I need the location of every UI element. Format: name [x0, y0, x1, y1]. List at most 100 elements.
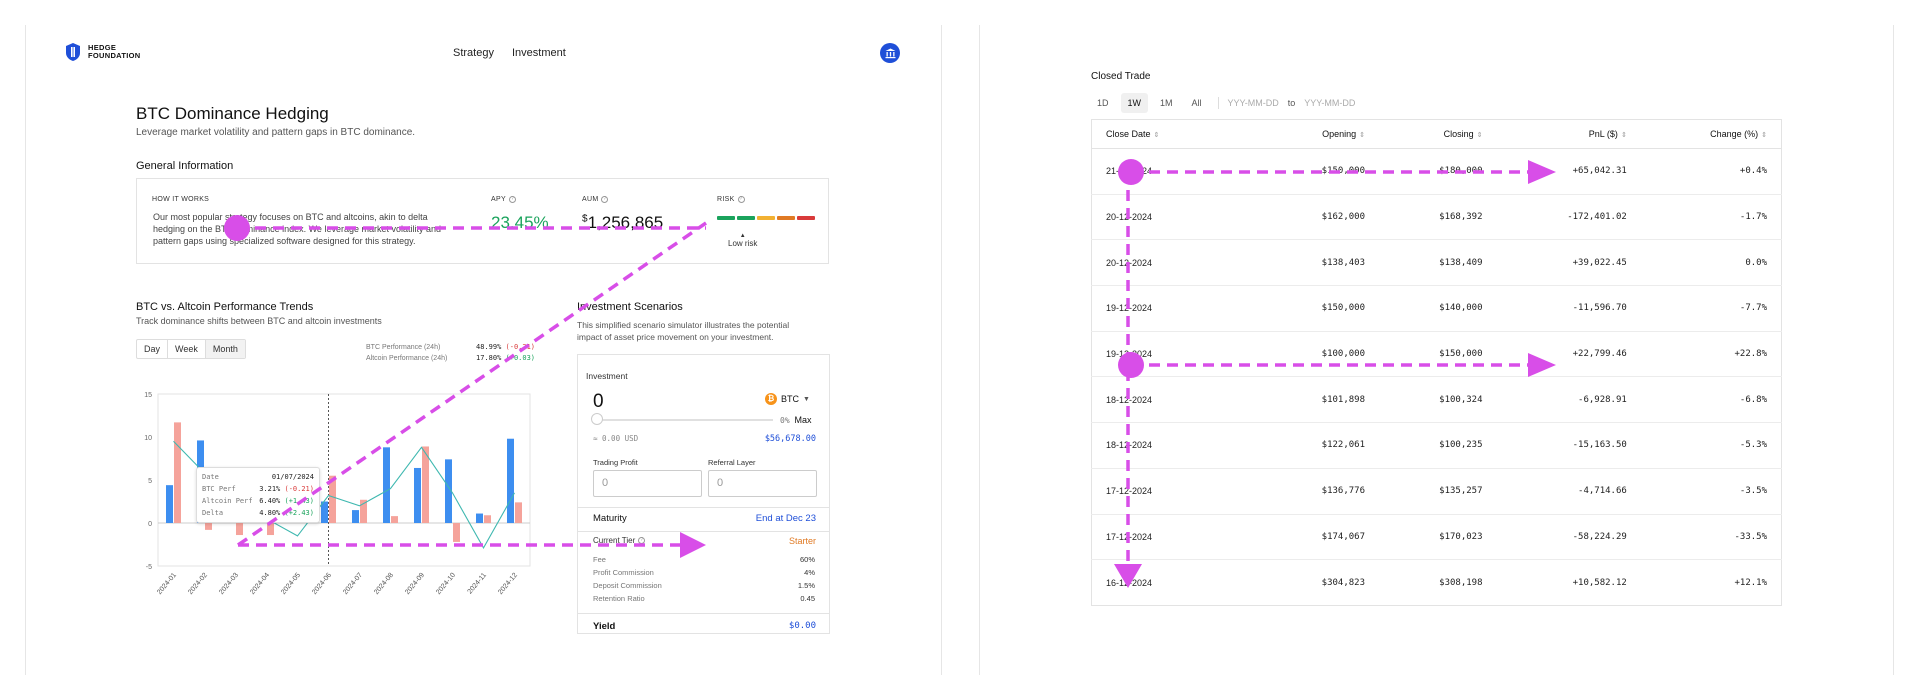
- cell-pnl: +10,582.12: [1572, 577, 1627, 588]
- aum-label: AUM?: [582, 196, 609, 203]
- column-closing[interactable]: Closing ⇕: [1379, 119, 1497, 149]
- cell-close-date: 18-12-2024: [1091, 376, 1262, 424]
- date-from-input[interactable]: YYY-MM-DD: [1228, 98, 1279, 108]
- asset-selector[interactable]: ₿ BTC ▼: [765, 393, 810, 405]
- period-all[interactable]: All: [1185, 93, 1209, 113]
- x-tick-label: 2024-03: [218, 572, 240, 596]
- amount-slider-track[interactable]: [593, 419, 773, 421]
- column-pnl[interactable]: PnL ($) ⇕: [1496, 119, 1641, 149]
- cell-close-date: 16-12-2024: [1106, 577, 1153, 588]
- strategy-description: Our most popular strategy focuses on BTC…: [153, 212, 441, 246]
- table-row[interactable]: 17-12-2024 $136,776 $135,257 -4,714.66 -3.5%: [1091, 468, 1782, 515]
- help-icon[interactable]: ?: [737, 196, 745, 203]
- aum-value: $1,256,865: [582, 213, 664, 232]
- cell-change: -6.8%: [1640, 376, 1782, 424]
- cell-close-date: 19-12-2024: [1091, 331, 1262, 378]
- date-to-input[interactable]: YYY-MM-DD: [1304, 98, 1355, 108]
- cell-close-date: 17-12-2024: [1091, 514, 1262, 561]
- table-row[interactable]: 18-12-2024 $122,061 $100,235 -15,163.50 -5.3…: [1091, 422, 1782, 469]
- period-1m[interactable]: 1M: [1153, 93, 1180, 113]
- table-row[interactable]: 17-12-2024 $174,067 $170,023 -58,224.29 -33.…: [1091, 514, 1782, 561]
- simulator-title: Investment Scenarios: [577, 301, 683, 313]
- bank-icon: [885, 48, 895, 58]
- x-tick-label: 2024-09: [404, 572, 426, 596]
- cell-closing: $100,235: [1379, 422, 1497, 469]
- cell-opening: $150,000: [1261, 148, 1380, 195]
- chart-bar: [166, 485, 173, 523]
- investment-amount[interactable]: 0: [593, 391, 604, 413]
- risk-level: ▲ Low risk: [728, 233, 758, 248]
- sort-icon: ⇕: [1153, 132, 1160, 139]
- cell-opening: $136,776: [1261, 468, 1380, 515]
- x-tick-label: 2024-08: [373, 572, 395, 596]
- cell-closing: $308,198: [1439, 577, 1483, 588]
- table-row[interactable]: 16-12-2024 $304,823 $308,198 +10,582.12 +12.…: [1092, 560, 1782, 606]
- divider: [578, 531, 829, 532]
- risk-label: RISK?: [717, 196, 745, 203]
- cell-change: 0.0%: [1640, 239, 1782, 287]
- trading-profit-input[interactable]: 0: [593, 470, 702, 497]
- tab-day[interactable]: Day: [137, 340, 169, 358]
- y-tick-label: -5: [146, 564, 152, 571]
- column-opening[interactable]: Opening ⇕: [1261, 119, 1380, 149]
- help-icon[interactable]: ?: [601, 196, 609, 203]
- how-it-works-label: HOW IT WORKS: [152, 196, 210, 203]
- page-subtitle: Leverage market volatility and pattern g…: [136, 127, 416, 138]
- nav-investment[interactable]: Investment: [512, 47, 566, 59]
- trading-profit-label: Trading Profit: [593, 458, 638, 467]
- y-tick-label: 0: [148, 521, 152, 528]
- fee-row: Deposit Commission 1.5%: [593, 581, 815, 590]
- apy-value: 23.45%: [491, 213, 549, 232]
- table-row[interactable]: 19-12-2024 $100,000 $150,000 +22,799.46 +22.…: [1091, 331, 1782, 378]
- brand-logo[interactable]: HEDGE FOUNDATION: [64, 42, 148, 62]
- y-tick-label: 15: [144, 392, 152, 399]
- cell-change: -7.7%: [1640, 285, 1782, 332]
- yield-label: Yield: [593, 621, 616, 632]
- period-1w[interactable]: 1W: [1120, 93, 1149, 113]
- cell-change: -5.3%: [1640, 422, 1782, 469]
- risk-segment: [737, 216, 755, 220]
- fee-row: Fee 60%: [593, 555, 815, 564]
- column-change[interactable]: Change (%) ⇕: [1640, 119, 1782, 149]
- cell-pnl: -6,928.91: [1496, 376, 1641, 424]
- table-row[interactable]: 20-12-2024 $162,000 $168,392 -172,401.02 -1.…: [1091, 194, 1782, 241]
- referral-layer-input[interactable]: 0: [708, 470, 817, 497]
- column-close-date[interactable]: Close Date ⇕: [1091, 119, 1262, 149]
- cell-opening: $122,061: [1261, 422, 1380, 469]
- period-1d[interactable]: 1D: [1090, 93, 1116, 113]
- chart-bar: [391, 516, 398, 523]
- cell-close-date: 19-12-2024: [1091, 285, 1262, 332]
- cell-opening: $138,403: [1261, 239, 1380, 287]
- period-filter: 1D 1W 1M All YYY-MM-DD to YYY-MM-DD: [1090, 93, 1355, 113]
- cell-closing: $180,000: [1379, 148, 1497, 195]
- closed-trade-table: Close Date ⇕ Opening ⇕ Closing ⇕ PnL ($) ⇕ C…: [1091, 119, 1782, 606]
- table-row[interactable]: 19-12-2024 $150,000 $140,000 -11,596.70 -7.7…: [1091, 285, 1782, 332]
- btc-perf-value: 48.99% (-0.21): [476, 343, 536, 351]
- chart-bar: [515, 502, 522, 523]
- help-icon[interactable]: ?: [638, 537, 646, 544]
- tab-month[interactable]: Month: [205, 340, 245, 358]
- wallet-button[interactable]: [880, 43, 900, 63]
- table-row[interactable]: 18-12-2024 $101,898 $100,324 -6,928.91 -6.8%: [1091, 376, 1782, 424]
- max-button[interactable]: Max: [794, 415, 811, 425]
- cell-closing: $168,392: [1379, 194, 1497, 241]
- panel-divider: [1893, 25, 1894, 675]
- sort-icon: ⇕: [1761, 132, 1767, 139]
- x-tick-label: 2024-04: [249, 572, 271, 596]
- tab-week[interactable]: Week: [168, 340, 206, 358]
- table-row[interactable]: 20-12-2024 $138,403 $138,409 +39,022.45 0.0%: [1091, 239, 1782, 287]
- cell-opening: $100,000: [1261, 331, 1380, 378]
- chart-bar: [267, 523, 274, 536]
- simulator-description: This simplified scenario simulator illus…: [577, 320, 790, 342]
- fee-row: Retention Ratio 0.45: [593, 594, 815, 603]
- help-icon[interactable]: ?: [508, 196, 516, 203]
- amount-slider-thumb[interactable]: [591, 413, 603, 425]
- top-nav: Strategy Investment: [453, 47, 566, 59]
- chart-bar: [383, 447, 390, 523]
- panel-divider: [25, 25, 26, 675]
- nav-strategy[interactable]: Strategy: [453, 47, 494, 59]
- cell-change: -1.7%: [1640, 194, 1782, 241]
- chart-bar: [329, 475, 336, 523]
- table-row[interactable]: 21-12-2024 $150,000 $180,000 +65,042.31 +0.4…: [1091, 148, 1782, 195]
- divider: [578, 613, 829, 614]
